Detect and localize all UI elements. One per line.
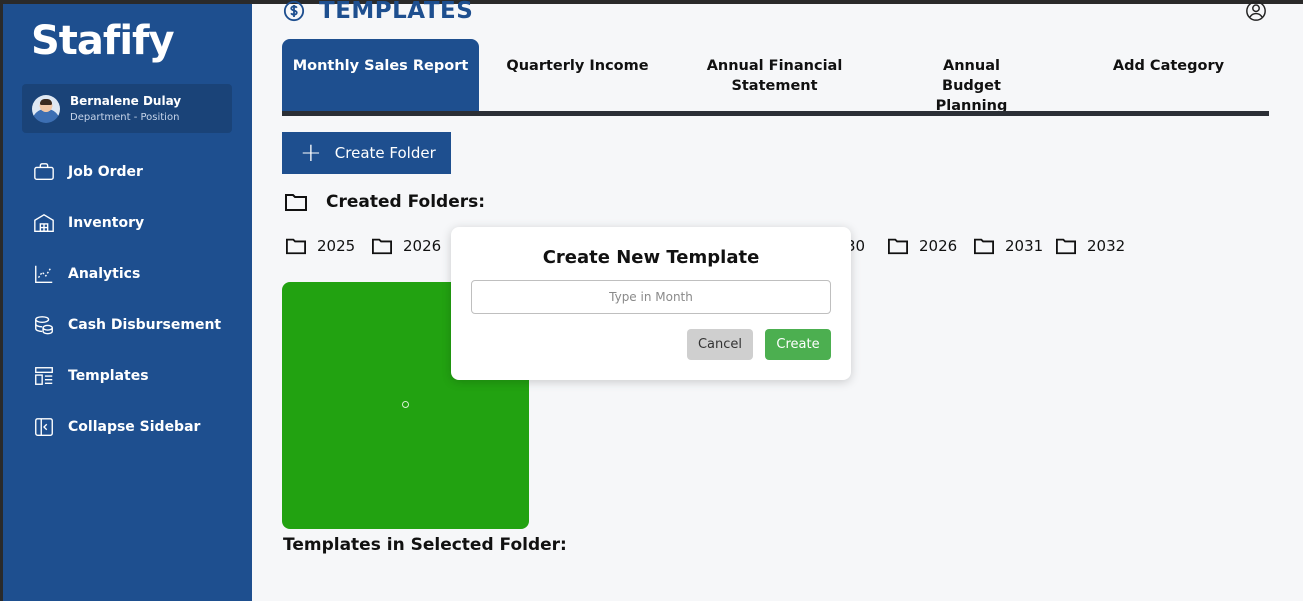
sidebar-item-templates[interactable]: Templates xyxy=(33,363,243,389)
sidebar-item-cash-disbursement[interactable]: Cash Disbursement xyxy=(33,312,243,338)
sidebar-item-label: Analytics xyxy=(68,266,141,282)
tab-annual-financial-statement[interactable]: Annual Financial Statement xyxy=(676,39,873,111)
folder-icon xyxy=(286,238,306,255)
app-logo: Stafify xyxy=(31,18,175,64)
create-template-modal: Create New Template Cancel Create xyxy=(451,227,851,380)
sidebar-item-job-order[interactable]: Job Order xyxy=(33,159,243,185)
month-input[interactable] xyxy=(471,280,831,314)
user-subtitle: Department - Position xyxy=(70,112,180,123)
tab-add-category[interactable]: Add Category xyxy=(1070,39,1267,111)
folder-item[interactable]: 2025 xyxy=(285,234,355,258)
created-folders-heading: Created Folders: xyxy=(284,191,485,213)
folder-icon xyxy=(285,194,307,211)
templates-in-folder-heading: Templates in Selected Folder: xyxy=(283,535,567,555)
folder-label: 2026 xyxy=(403,237,442,255)
folder-icon xyxy=(974,238,994,255)
briefcase-icon xyxy=(33,161,55,183)
warehouse-icon xyxy=(33,212,55,234)
folder-item[interactable]: 2032 xyxy=(1055,234,1125,258)
sidebar: Stafify Bernalene Dulay Department - Pos… xyxy=(3,4,252,601)
coins-icon xyxy=(33,314,55,336)
chart-icon xyxy=(33,263,55,285)
cancel-button[interactable]: Cancel xyxy=(687,329,753,360)
sidebar-item-label: Inventory xyxy=(68,215,145,231)
sidebar-item-inventory[interactable]: Inventory xyxy=(33,210,243,236)
page-title: TEMPLATES xyxy=(283,0,473,24)
create-button[interactable]: Create xyxy=(765,329,831,360)
sidebar-item-label: Templates xyxy=(68,368,149,384)
folder-label: 2025 xyxy=(317,237,356,255)
collapse-icon xyxy=(33,416,55,438)
page-title-text: TEMPLATES xyxy=(319,0,474,24)
dollar-circle-icon xyxy=(283,0,305,22)
sidebar-item-label: Collapse Sidebar xyxy=(68,419,201,435)
avatar xyxy=(32,95,60,123)
template-thumbnail-icon xyxy=(402,401,409,408)
tab-bar: Monthly Sales Report Quarterly Income An… xyxy=(282,39,1269,114)
user-circle-icon[interactable] xyxy=(1245,0,1267,22)
folder-label: 2031 xyxy=(1005,237,1044,255)
tab-quarterly-income[interactable]: Quarterly Income xyxy=(479,39,676,111)
folder-item[interactable]: 2026 xyxy=(371,234,441,258)
folder-item[interactable]: 2031 xyxy=(973,234,1043,258)
modal-title: Create New Template xyxy=(542,247,760,268)
sidebar-item-collapse-sidebar[interactable]: Collapse Sidebar xyxy=(33,414,243,440)
folder-item[interactable]: 2026 xyxy=(887,234,957,258)
created-folders-label: Created Folders: xyxy=(326,192,486,212)
folder-label: 2026 xyxy=(919,237,958,255)
sidebar-item-label: Job Order xyxy=(68,164,143,180)
folder-icon xyxy=(1056,238,1076,255)
create-folder-button[interactable]: + Create Folder xyxy=(282,132,451,174)
folder-icon xyxy=(888,238,908,255)
tab-monthly-sales-report[interactable]: Monthly Sales Report xyxy=(282,39,479,111)
create-folder-label: Create Folder xyxy=(334,144,436,162)
plus-icon: + xyxy=(300,138,322,168)
folder-icon xyxy=(372,238,392,255)
sidebar-item-analytics[interactable]: Analytics xyxy=(33,261,243,287)
user-name: Bernalene Dulay xyxy=(70,94,182,108)
sidebar-item-label: Cash Disbursement xyxy=(68,317,222,333)
templates-icon xyxy=(33,365,55,387)
user-card[interactable]: Bernalene Dulay Department - Position xyxy=(22,84,232,133)
tab-annual-budget-planning[interactable]: Annual Budget Planning xyxy=(873,39,1070,114)
folder-label: 2032 xyxy=(1087,237,1126,255)
tab-underline xyxy=(282,111,1269,116)
